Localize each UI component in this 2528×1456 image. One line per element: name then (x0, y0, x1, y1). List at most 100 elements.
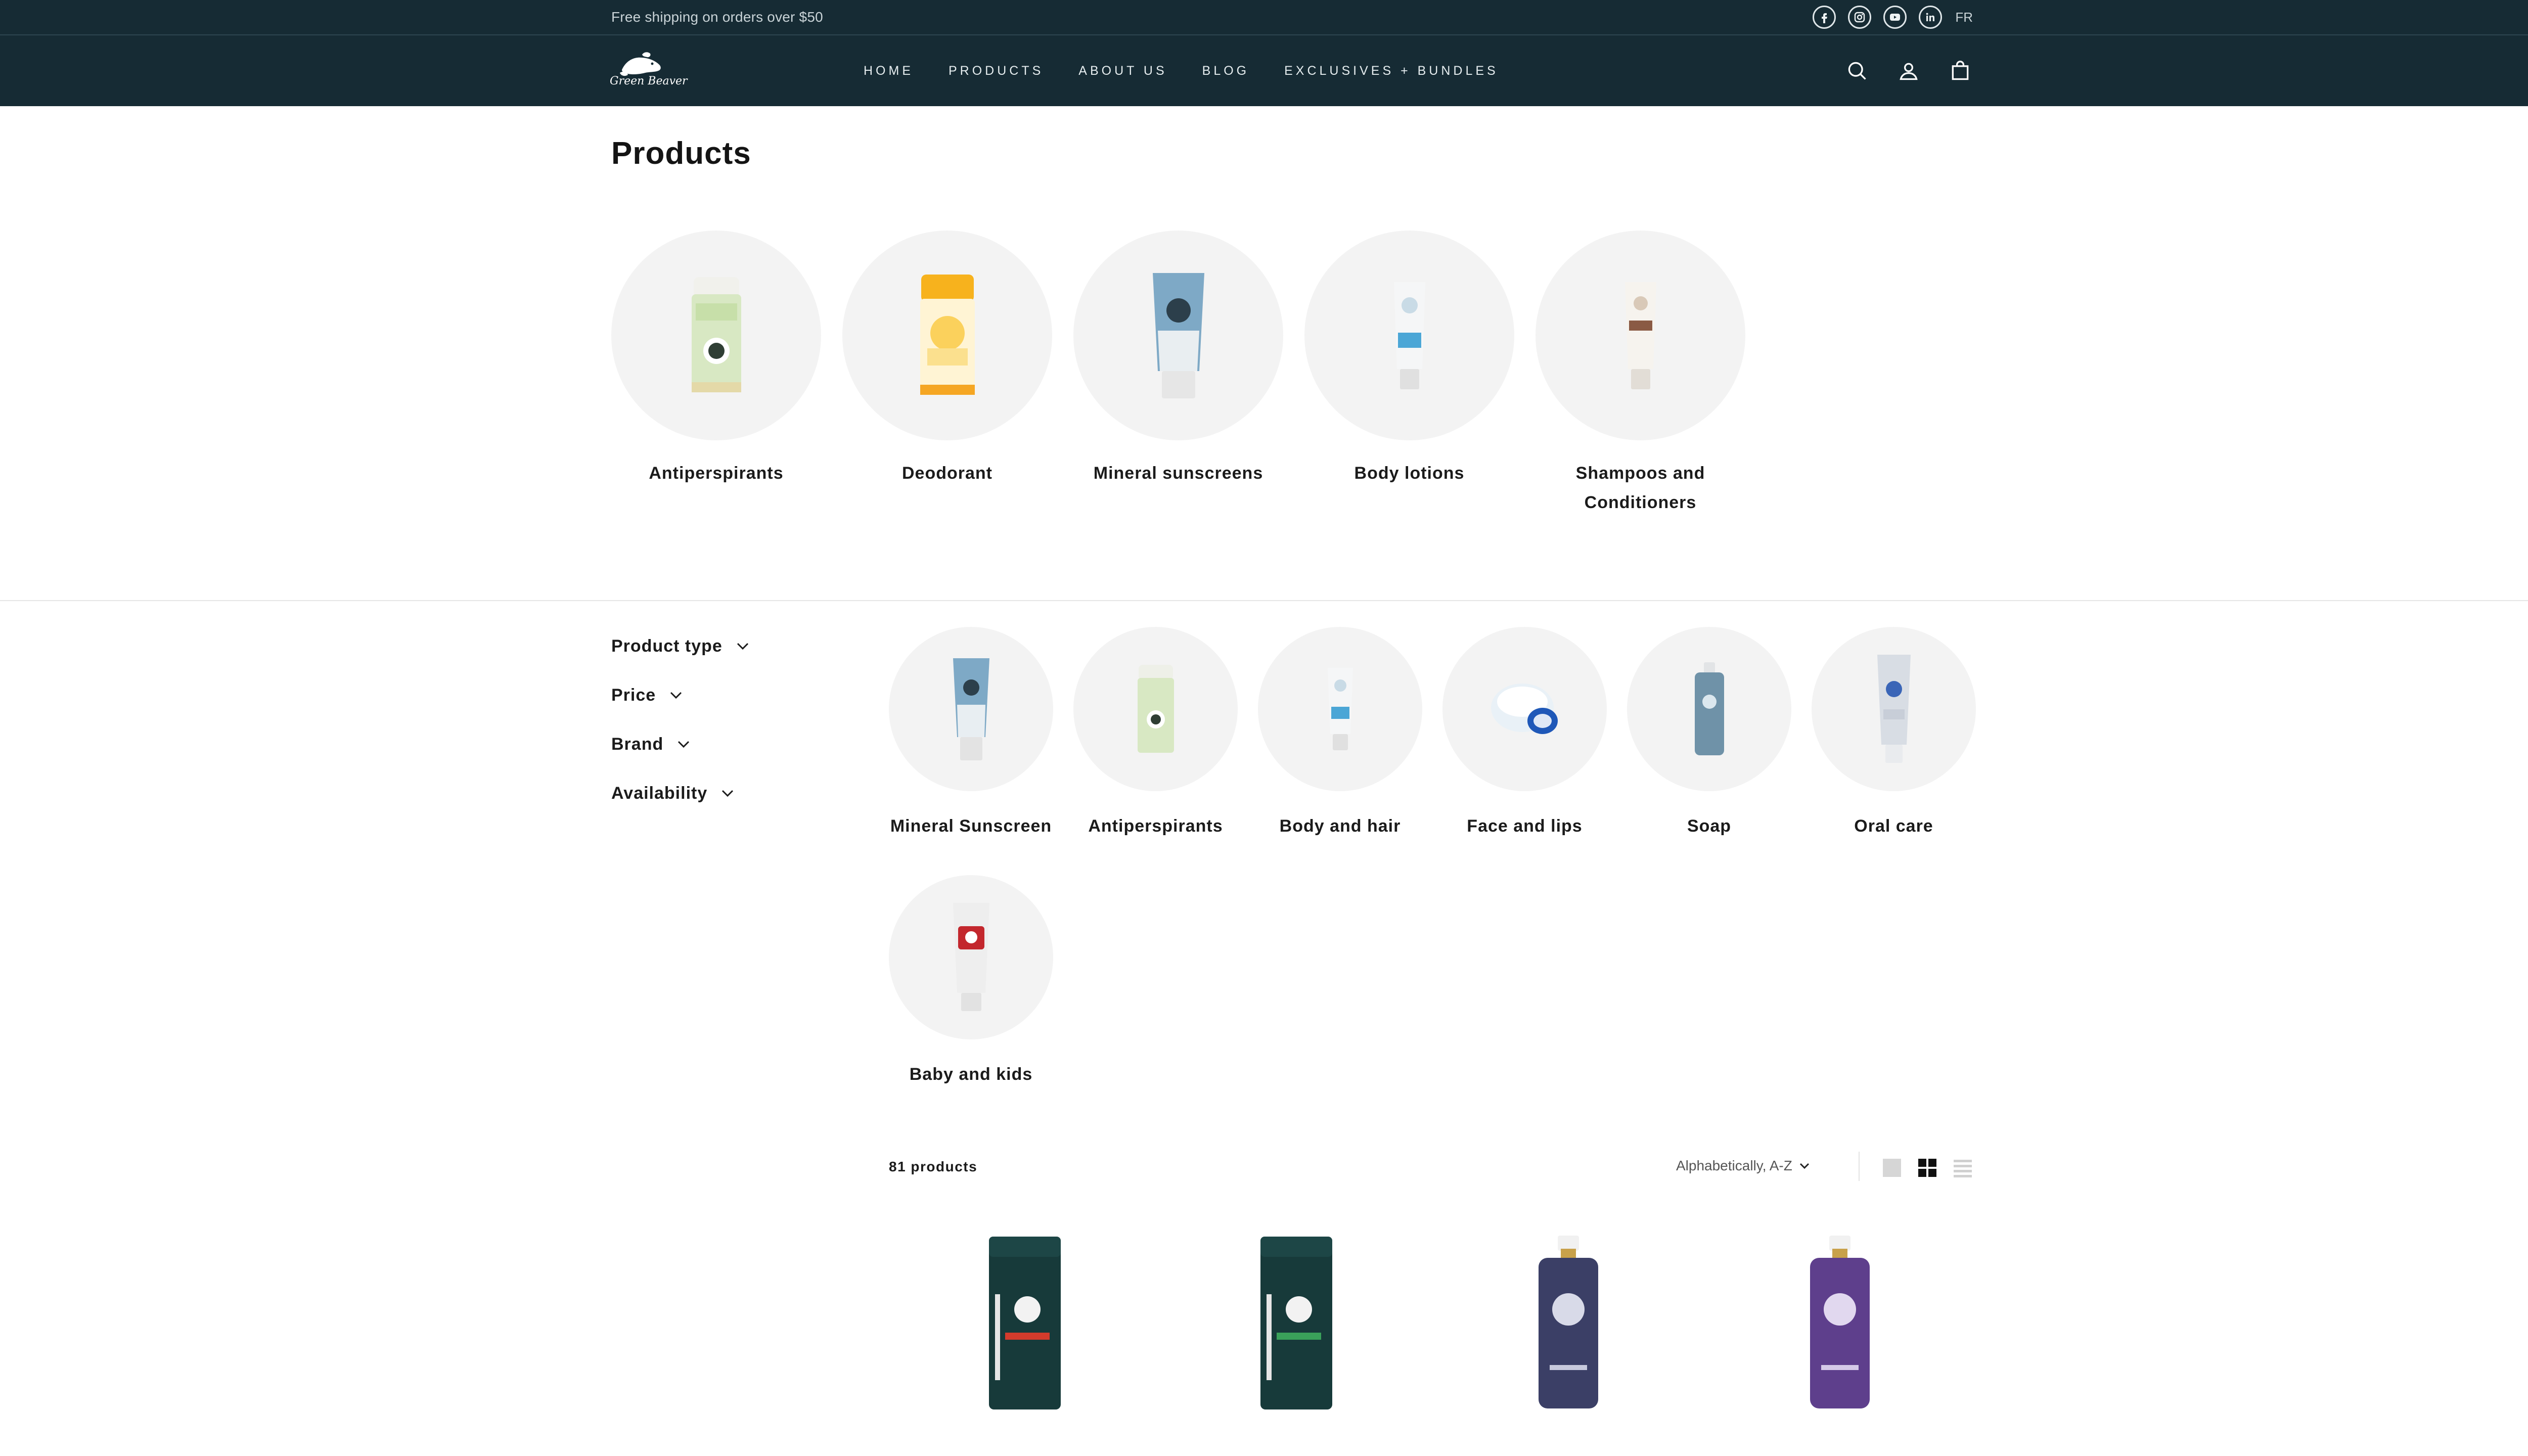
sunscreen-tube-icon (1152, 272, 1204, 398)
type-label: Antiperspirants (1088, 816, 1223, 836)
collection-body-lotions[interactable]: Body lotions (1304, 231, 1514, 517)
collection-image (611, 231, 821, 440)
type-soap[interactable]: Soap (1627, 627, 1791, 841)
filter-label: Brand (611, 734, 664, 754)
type-mineral-sunscreen[interactable]: Mineral Sunscreen (889, 627, 1053, 841)
sort-select[interactable]: Alphabetically, A-Z (1676, 1158, 1811, 1174)
filter-availability[interactable]: Availability (611, 777, 750, 809)
soap-bottle-icon (1694, 662, 1724, 755)
collection-image (1073, 231, 1283, 440)
type-body-and-hair[interactable]: Body and hair (1258, 627, 1422, 841)
type-antiperspirants[interactable]: Antiperspirants (1073, 627, 1238, 841)
facebook-icon[interactable] (1813, 6, 1836, 29)
brand-logo[interactable]: Green Beaver (610, 47, 688, 95)
type-image (1812, 627, 1976, 791)
collection-label: Deodorant (902, 464, 992, 483)
type-label: Mineral Sunscreen (890, 816, 1052, 836)
toothpaste-tube-icon (1877, 654, 1911, 763)
account-icon[interactable] (1897, 59, 1920, 82)
type-image (1627, 627, 1791, 791)
site-header: Green Beaver HOME PRODUCTS ABOUT US BLOG… (0, 35, 2528, 106)
section-divider (0, 600, 2528, 601)
toolbar-divider (1859, 1152, 1860, 1181)
product-image (988, 1237, 1061, 1409)
antiperspirant-stick-icon (1137, 664, 1174, 753)
type-label: Soap (1687, 816, 1732, 836)
sort-value: Alphabetically, A-Z (1676, 1158, 1792, 1173)
type-label: Baby and kids (909, 1065, 1033, 1084)
product-card[interactable] (1161, 1234, 1433, 1456)
collection-mineral-sunscreens[interactable]: Mineral sunscreens (1073, 231, 1283, 517)
shampoo-tube-icon (1624, 282, 1656, 389)
type-label: Body and hair (1279, 816, 1401, 836)
filter-brand[interactable]: Brand (611, 728, 750, 760)
view-toggle (1882, 1158, 1973, 1178)
chevron-down-icon (1799, 1163, 1809, 1169)
shipping-notice: Free shipping on orders over $50 (611, 9, 823, 25)
brand-wordmark: Green Beaver (610, 75, 688, 87)
nav-products[interactable]: PRODUCTS (949, 64, 1044, 78)
filter-label: Availability (611, 783, 708, 803)
collection-image (1304, 231, 1514, 440)
collection-antiperspirants[interactable]: Antiperspirants (611, 231, 821, 517)
chevron-down-icon (678, 741, 690, 748)
collection-label: Mineral sunscreens (1093, 464, 1263, 483)
product-card[interactable] (1704, 1234, 1976, 1456)
product-card[interactable] (889, 1234, 1161, 1456)
filter-price[interactable]: Price (611, 679, 750, 711)
language-switch[interactable]: FR (1955, 10, 1973, 25)
antiperspirant-stick-icon (691, 277, 741, 392)
nav-exclusives-bundles[interactable]: EXCLUSIVES + BUNDLES (1284, 64, 1499, 78)
large-grid-icon[interactable] (1882, 1158, 1902, 1178)
collection-deodorant[interactable]: Deodorant (842, 231, 1052, 517)
type-label: Face and lips (1467, 816, 1583, 836)
main-nav: HOME PRODUCTS ABOUT US BLOG EXCLUSIVES +… (864, 35, 1499, 106)
chevron-down-icon (722, 790, 734, 797)
nav-blog[interactable]: BLOG (1202, 64, 1249, 78)
type-image (889, 875, 1053, 1039)
filter-product-type[interactable]: Product type (611, 630, 750, 662)
product-image (1260, 1237, 1333, 1409)
collection-label: Body lotions (1354, 464, 1465, 483)
page-title: Products (611, 136, 751, 171)
product-grid (889, 1234, 1976, 1456)
collection-label: Shampoos and Conditioners (1575, 464, 1705, 512)
chevron-down-icon (670, 692, 682, 699)
nav-about-us[interactable]: ABOUT US (1078, 64, 1167, 78)
announcement-bar: Free shipping on orders over $50 FR (0, 0, 2528, 34)
header-actions (1845, 35, 1972, 106)
product-card[interactable] (1432, 1234, 1704, 1456)
type-label: Oral care (1854, 816, 1933, 836)
collection-image (842, 231, 1052, 440)
type-baby-and-kids[interactable]: Baby and kids (889, 875, 1053, 1089)
type-oral-care[interactable]: Oral care (1812, 627, 1976, 841)
collection-image (1536, 231, 1745, 440)
filter-label: Price (611, 685, 656, 705)
type-image (1258, 627, 1422, 791)
type-image (1073, 627, 1238, 791)
product-type-list: Mineral Sunscreen Antiperspirants Body a… (889, 627, 1976, 1089)
linkedin-icon[interactable] (1919, 6, 1943, 29)
nav-home[interactable]: HOME (864, 64, 914, 78)
cart-icon[interactable] (1949, 59, 1972, 82)
type-image (1442, 627, 1607, 791)
collection-shampoos-and-conditioners[interactable]: Shampoos and Conditioners (1536, 231, 1745, 517)
instagram-icon[interactable] (1848, 6, 1872, 29)
deodorant-stick-icon (920, 274, 975, 395)
list-icon[interactable] (1953, 1158, 1973, 1178)
chevron-down-icon (737, 643, 748, 650)
lotion-tube-icon (1327, 667, 1353, 750)
search-icon[interactable] (1845, 59, 1869, 82)
product-image (1810, 1236, 1870, 1408)
product-count: 81 products (889, 1159, 978, 1174)
small-grid-icon[interactable] (1917, 1158, 1937, 1178)
filter-label: Product type (611, 636, 723, 656)
filter-sidebar: Product type Price Brand Availability (611, 630, 750, 826)
youtube-icon[interactable] (1883, 6, 1907, 29)
type-face-and-lips[interactable]: Face and lips (1442, 627, 1607, 841)
lotion-tube-icon (1393, 282, 1425, 389)
collection-list: Antiperspirants Deodorant Mineral sunscr… (611, 231, 1745, 517)
product-image (1538, 1236, 1598, 1408)
collection-label: Antiperspirants (649, 464, 784, 483)
social-links: FR (1813, 3, 1973, 31)
